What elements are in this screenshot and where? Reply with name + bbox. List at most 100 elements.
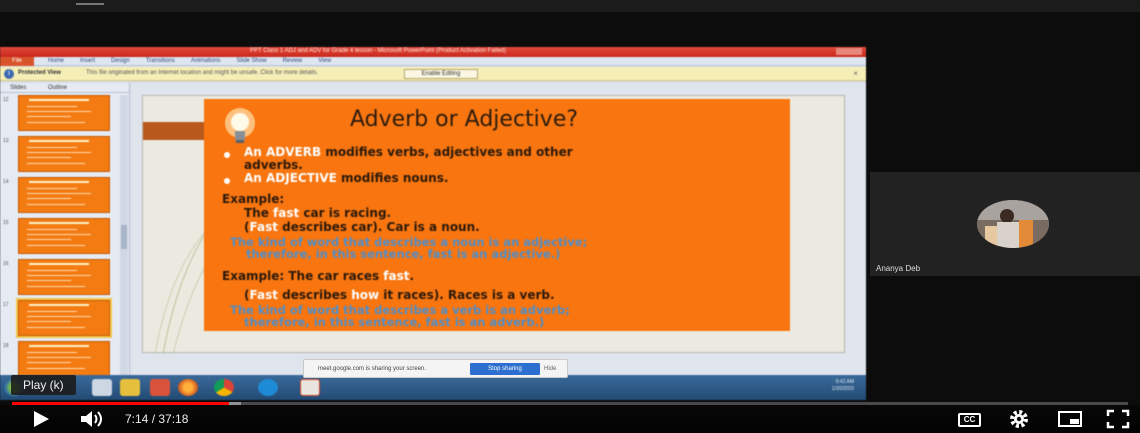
ribbon-tab-list: Home Insert Design Transitions Animations Sli… bbox=[48, 58, 347, 64]
slide-thumbnail[interactable] bbox=[18, 341, 110, 377]
bullet-dot bbox=[224, 152, 230, 158]
current-time: 7:14 bbox=[125, 412, 149, 426]
keyword-adverb: An ADVERB bbox=[244, 145, 322, 159]
close-icon[interactable]: × bbox=[853, 69, 858, 78]
example1-note-line2: therefore, in this sentence, fast is an … bbox=[246, 247, 561, 261]
bullet-adjective: An ADJECTIVE modifies nouns. bbox=[244, 171, 448, 185]
fullscreen-icon[interactable] bbox=[1106, 409, 1130, 429]
powerpoint-icon[interactable] bbox=[300, 379, 320, 396]
slide-thumbnail[interactable] bbox=[18, 95, 110, 131]
share-notice-text: meet.google.com is sharing your screen. bbox=[318, 366, 427, 372]
content-box: Adverb or Adjective? An ADVERB modifies … bbox=[204, 99, 790, 331]
example1-line2: (Fast describes car). Car is a noun. bbox=[244, 220, 480, 234]
shield-icon: i bbox=[4, 69, 14, 79]
panel-scrollbar[interactable] bbox=[120, 95, 128, 381]
duration: 37:18 bbox=[158, 412, 189, 426]
shared-screen: PPT Class 1 ADJ and ADV for Grade 4 less… bbox=[0, 47, 866, 400]
ribbon-tab[interactable]: Transitions bbox=[146, 58, 175, 64]
time-separator: / bbox=[148, 412, 159, 426]
highlight-fast: fast bbox=[383, 269, 410, 283]
bullet-adverb-text: modifies verbs, adjectives and other bbox=[321, 145, 573, 159]
ribbon-tab[interactable]: View bbox=[318, 58, 331, 64]
slide-thumbnail[interactable] bbox=[18, 218, 110, 254]
slide-title: Adverb or Adjective? bbox=[350, 107, 579, 132]
participant-name: Ananya Deb bbox=[876, 264, 921, 273]
bullet-adverb-line2: adverbs. bbox=[244, 158, 303, 172]
settings-gear-icon[interactable] bbox=[1008, 409, 1030, 429]
example2-note-line2: therefore, in this sentence, fast is an … bbox=[244, 315, 545, 329]
stop-sharing-button[interactable]: Stop sharing bbox=[470, 363, 540, 375]
slide-canvas: Adverb or Adjective? An ADVERB modifies … bbox=[131, 83, 866, 383]
play-icon[interactable] bbox=[30, 409, 52, 429]
protected-view-bar: i Protected View This file originated fr… bbox=[0, 67, 866, 81]
video-player[interactable]: PPT Class 1 ADJ and ADV for Grade 4 less… bbox=[0, 0, 1140, 433]
text-span: The bbox=[244, 206, 274, 220]
enable-editing-button[interactable]: Enable Editing bbox=[404, 69, 478, 79]
window-titlebar: PPT Class 1 ADJ and ADV for Grade 4 less… bbox=[0, 47, 866, 57]
explorer-icon[interactable] bbox=[92, 379, 112, 396]
highlight-fast: Fast bbox=[249, 220, 278, 234]
time-display: 7:14 / 37:18 bbox=[125, 412, 188, 426]
slide-accent-bar bbox=[143, 122, 207, 140]
file-tab[interactable]: File bbox=[0, 57, 34, 66]
firefox-icon[interactable] bbox=[178, 379, 198, 396]
clock-date: 1/30/2020 bbox=[831, 386, 854, 392]
media-player-icon[interactable] bbox=[150, 379, 170, 396]
slide-thumbnail[interactable] bbox=[18, 259, 110, 295]
ribbon-tab[interactable]: Insert bbox=[80, 58, 95, 64]
highlight-how: how bbox=[351, 288, 380, 302]
thumbnail-number: 18 bbox=[3, 343, 9, 349]
captions-button[interactable]: CC bbox=[958, 413, 981, 427]
bullet-adjective-text: modifies nouns. bbox=[336, 171, 449, 185]
system-clock[interactable]: 9:42 AM 1/30/2020 bbox=[832, 379, 854, 393]
text-span: describes bbox=[277, 288, 352, 302]
thumbnail-number: 12 bbox=[3, 97, 9, 103]
example1-line1: The fast car is racing. bbox=[244, 206, 391, 220]
tab-slides[interactable]: Slides bbox=[10, 85, 26, 91]
slide: Adverb or Adjective? An ADVERB modifies … bbox=[142, 95, 845, 354]
volume-icon[interactable] bbox=[79, 409, 107, 429]
ribbon-tab[interactable]: Design bbox=[111, 58, 130, 64]
miniplayer-icon[interactable] bbox=[1057, 409, 1083, 429]
text-span: . bbox=[409, 269, 415, 283]
ribbon-tab[interactable]: Animations bbox=[191, 58, 221, 64]
lightbulb-icon bbox=[225, 108, 255, 143]
participant-tile: Ananya Deb bbox=[870, 172, 1140, 276]
ribbon-tab[interactable]: Review bbox=[283, 58, 303, 64]
screen-share-notice: meet.google.com is sharing your screen. … bbox=[303, 359, 568, 378]
tab-outline[interactable]: Outline bbox=[48, 85, 67, 91]
avatar-image bbox=[977, 200, 1049, 248]
slide-thumbnail[interactable] bbox=[16, 298, 112, 338]
text-span: Example: The car races bbox=[222, 269, 384, 283]
thumbnail-number: 15 bbox=[3, 220, 9, 226]
bullet-adverb: An ADVERB modifies verbs, adjectives and… bbox=[244, 145, 573, 159]
hide-button[interactable]: Hide bbox=[544, 366, 556, 372]
folder-icon[interactable] bbox=[120, 379, 140, 396]
window-controls[interactable] bbox=[836, 48, 862, 55]
text-span: it races). Races is a verb. bbox=[379, 288, 555, 302]
thumbnail-number: 14 bbox=[3, 179, 9, 185]
highlight-fast: Fast bbox=[249, 288, 278, 302]
player-controls: 7:14 / 37:18 CC bbox=[0, 405, 1140, 433]
example1-heading: Example: bbox=[222, 192, 285, 206]
keyword-adjective: An ADJECTIVE bbox=[244, 171, 337, 185]
highlight-fast: fast bbox=[273, 206, 300, 220]
slide-thumbnail[interactable] bbox=[18, 136, 110, 172]
slide-thumbnail[interactable] bbox=[18, 177, 110, 213]
avatar bbox=[977, 200, 1049, 248]
chrome-icon[interactable] bbox=[214, 379, 234, 396]
ribbon-tab[interactable]: Slide Show bbox=[237, 58, 267, 64]
edge-icon[interactable] bbox=[258, 379, 278, 396]
example2-heading: Example: The car races fast. bbox=[222, 269, 414, 283]
ribbon-tabs: File Home Insert Design Transitions Animatio… bbox=[0, 57, 866, 66]
ribbon-tab[interactable]: Home bbox=[48, 58, 64, 64]
scrollbar-thumb[interactable] bbox=[121, 225, 127, 249]
window-title: PPT Class 1 ADJ and ADV for Grade 4 less… bbox=[250, 48, 506, 54]
windows-taskbar: 9:42 AM 1/30/2020 bbox=[0, 375, 866, 400]
text-span: car is racing. bbox=[299, 206, 392, 220]
protected-view-title: Protected View bbox=[18, 70, 61, 76]
thumbnail-number: 16 bbox=[3, 261, 9, 267]
protected-view-message[interactable]: This file originated from an Internet lo… bbox=[86, 70, 318, 76]
clock-time: 9:42 AM bbox=[835, 379, 854, 385]
bullet-dot bbox=[224, 178, 230, 184]
